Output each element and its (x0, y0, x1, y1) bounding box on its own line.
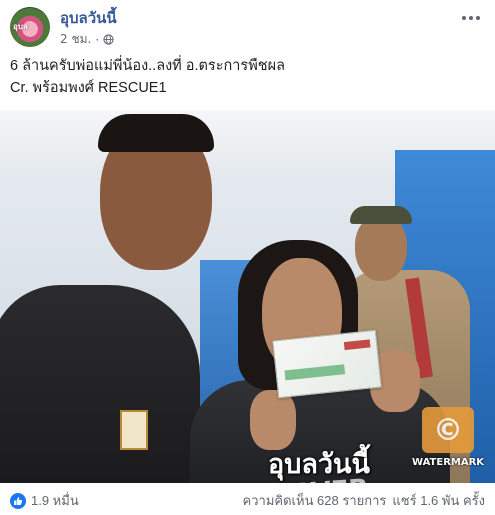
reactions-summary[interactable]: 1.9 หมื่น (10, 490, 79, 511)
reactions-count: 1.9 หมื่น (31, 493, 79, 508)
caption-line-2: Cr. พร้อมพงศ์ RESCUE1 (10, 80, 167, 96)
page-name-link[interactable]: อุบลวันนี้ (60, 6, 117, 30)
photo-left-person-body (0, 285, 200, 483)
facebook-post: อุบล อุบลวันนี้ 2 ชม. · 6 ล้านครับพ่อแม่… (0, 0, 495, 515)
photo-lottery-ticket (272, 329, 382, 399)
caption-line-1: 6 ล้านครับพ่อแม่พี่น้อง..ลงที่ อ.ตระการพ… (10, 58, 285, 74)
avatar-logo-text: อุบล (13, 22, 28, 31)
globe-icon[interactable] (103, 34, 114, 45)
watermark-label: WATERMARK (412, 457, 485, 468)
post-header: อุบล อุบลวันนี้ 2 ชม. · (10, 6, 485, 50)
watermark-logo: © WATERMARK (412, 405, 484, 477)
photo-officer-head (355, 215, 407, 281)
post-meta: 2 ชม. · (60, 30, 114, 49)
like-icon (10, 492, 26, 509)
meta-separator: · (95, 32, 100, 47)
page-avatar[interactable]: อุบล (10, 7, 50, 47)
engagement-stats: ความคิดเห็น 628 รายการ แชร์ 1.6 พัน ครั้… (243, 490, 485, 511)
shares-count-link[interactable]: แชร์ 1.6 พัน ครั้ง (392, 490, 485, 511)
post-timestamp[interactable]: 2 ชม. (60, 30, 91, 49)
image-watermark-text: อุบลวันนี้ (268, 449, 370, 480)
comments-count-link[interactable]: ความคิดเห็น 628 รายการ (243, 490, 387, 511)
more-horizontal-icon[interactable] (457, 8, 485, 28)
post-photo[interactable]: BEAVER อุบลวันนี้ © WATERMARK (0, 110, 495, 483)
photo-officer-cap (350, 206, 412, 224)
post-caption: 6 ล้านครับพ่อแม่พี่น้อง..ลงที่ อ.ตระการพ… (10, 55, 485, 99)
copyright-icon: © (422, 407, 474, 453)
post-footer: 1.9 หมื่น ความคิดเห็น 628 รายการ แชร์ 1.… (10, 488, 485, 510)
photo-id-badge (120, 410, 148, 450)
photo-hand-left (250, 390, 296, 450)
photo-left-person-hair (98, 114, 214, 152)
